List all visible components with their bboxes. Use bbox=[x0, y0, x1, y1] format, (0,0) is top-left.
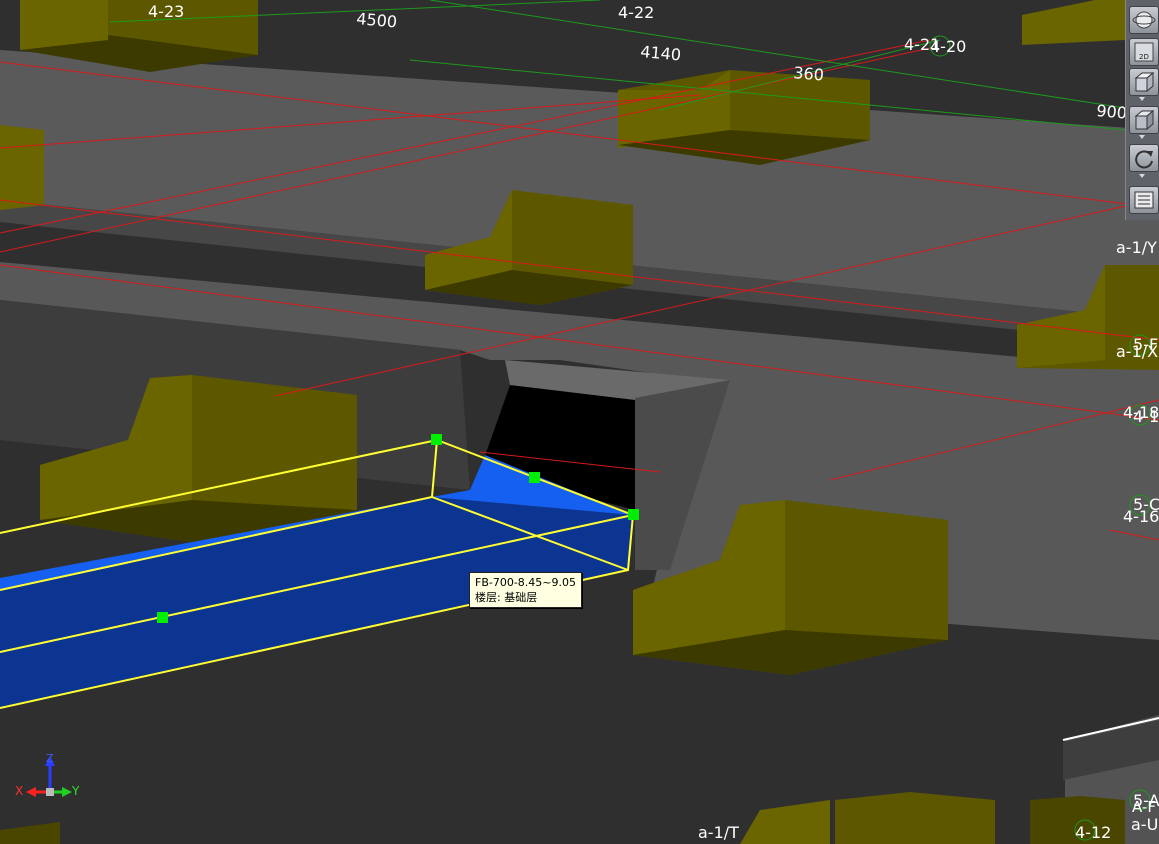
grid-label-a-1-X: a-1/X bbox=[1116, 342, 1158, 361]
grid-label-4-23: 4-23 bbox=[148, 2, 184, 21]
pile-cap-9[interactable] bbox=[0, 792, 1125, 844]
view-toolbar: 2D bbox=[1125, 0, 1159, 220]
rotate-button[interactable] bbox=[1129, 144, 1159, 172]
dimension-4500: 4500 bbox=[356, 9, 398, 31]
2d-view-label: 2D bbox=[1139, 53, 1149, 61]
rotate-dropdown-icon[interactable] bbox=[1139, 174, 1145, 178]
grid-label-4-22: 4-22 bbox=[618, 3, 654, 22]
dimension-4140: 4140 bbox=[640, 42, 682, 64]
cube-wireframe-icon bbox=[1134, 71, 1155, 93]
pile-cap-3[interactable] bbox=[0, 125, 44, 210]
grip-end-top[interactable] bbox=[431, 434, 442, 445]
2d-view-icon bbox=[1134, 42, 1154, 62]
dimension-900: 900 bbox=[1096, 101, 1128, 123]
grip-end-right[interactable] bbox=[628, 509, 639, 520]
grid-label-4-20: 4-20 bbox=[930, 37, 966, 56]
rotate-icon bbox=[1135, 150, 1153, 169]
axis-z-label: Z bbox=[46, 752, 54, 765]
orbit-button[interactable] bbox=[1129, 6, 1159, 34]
2d-view-button[interactable]: 2D bbox=[1129, 38, 1159, 66]
grid-label-4-12: 4-12 bbox=[1075, 823, 1111, 842]
3d-view-dropdown-icon[interactable] bbox=[1139, 97, 1145, 101]
tooltip-floor: 楼层: 基础层 bbox=[475, 591, 538, 604]
grip-mid-left[interactable] bbox=[157, 612, 168, 623]
render-mode-button[interactable] bbox=[1129, 106, 1159, 134]
tooltip-element-name: FB-700-8.45~9.05 bbox=[475, 576, 577, 589]
grid-label-a-1-T: a-1/T bbox=[698, 823, 739, 842]
element-tooltip: FB-700-8.45~9.05 楼层: 基础层 bbox=[469, 572, 583, 608]
grip-mid-top[interactable] bbox=[529, 472, 540, 483]
axis-y-label: Y bbox=[71, 784, 80, 798]
render-mode-dropdown-icon[interactable] bbox=[1139, 135, 1145, 139]
axis-gizmo: Z X Y bbox=[15, 752, 80, 798]
grid-label-A-F: A-F bbox=[1132, 798, 1156, 816]
3d-viewport[interactable]: 4-23 4500 4-22 4140 4-21 4-20 360 900 a-… bbox=[0, 0, 1159, 844]
model-scene[interactable]: 4-23 4500 4-22 4140 4-21 4-20 360 900 a-… bbox=[0, 0, 1159, 844]
orbit-icon bbox=[1132, 11, 1156, 29]
3d-view-button[interactable] bbox=[1129, 68, 1159, 96]
grid-label-4-18b: 4-18 bbox=[1133, 407, 1159, 426]
cube-solid-icon bbox=[1134, 109, 1155, 131]
grid-label-a-1-Y: a-1/Y bbox=[1116, 238, 1157, 257]
pile-cap-8[interactable] bbox=[1022, 0, 1125, 45]
dimension-360: 360 bbox=[793, 63, 825, 85]
view-settings-button[interactable] bbox=[1129, 186, 1159, 214]
grid-label-4-16: 4-16 bbox=[1123, 507, 1159, 526]
grid-label-a-U: a-U bbox=[1131, 815, 1158, 834]
list-settings-icon bbox=[1134, 191, 1154, 209]
axis-x-label: X bbox=[15, 784, 23, 798]
